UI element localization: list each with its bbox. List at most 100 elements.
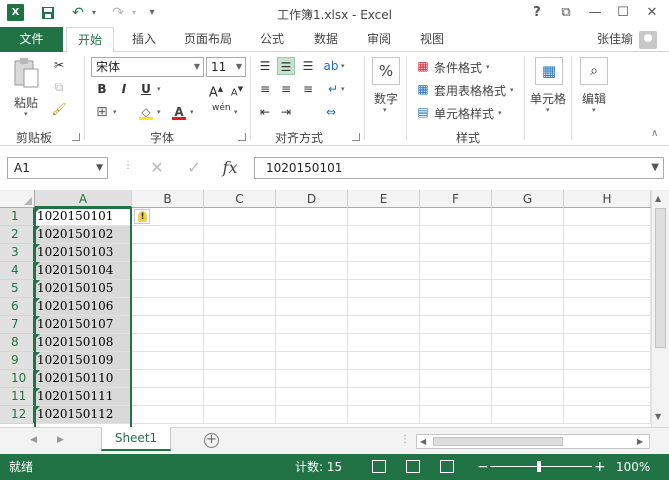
empty-cell[interactable]	[276, 370, 348, 388]
paste-label[interactable]: 粘贴	[14, 94, 38, 111]
row-header[interactable]: 2	[0, 226, 35, 244]
empty-cell[interactable]	[132, 334, 204, 352]
row-header[interactable]: 8	[0, 334, 35, 352]
align-bottom-icon[interactable]: ☰	[299, 57, 317, 75]
tab-page-layout[interactable]: 页面布局	[176, 27, 240, 52]
close-button[interactable]: ✕	[641, 2, 663, 24]
restore-button[interactable]: ☐	[612, 2, 634, 24]
column-header[interactable]: B	[132, 190, 204, 208]
empty-cell[interactable]	[492, 388, 564, 406]
cell-styles-icon[interactable]: ▤	[414, 103, 432, 121]
cell-a[interactable]: 1020150104	[35, 262, 132, 280]
font-size-select[interactable]: 11 ▼	[206, 57, 246, 77]
cell-a[interactable]: 1020150103	[35, 244, 132, 262]
empty-cell[interactable]	[276, 334, 348, 352]
copy-icon[interactable]: ⧉	[50, 78, 68, 96]
empty-cell[interactable]	[564, 280, 651, 298]
cut-icon[interactable]: ✂	[50, 56, 68, 74]
cell-styles-dropdown-icon[interactable]: ▾	[498, 109, 502, 117]
conditional-formatting-button[interactable]: 条件格式	[434, 59, 482, 76]
empty-cell[interactable]	[276, 388, 348, 406]
empty-cell[interactable]	[564, 370, 651, 388]
align-center-icon[interactable]: ≡	[277, 80, 295, 98]
empty-cell[interactable]	[564, 244, 651, 262]
borders-icon[interactable]: ⊞	[93, 103, 111, 121]
next-sheet-icon[interactable]: ▶	[57, 435, 64, 445]
empty-cell[interactable]	[348, 208, 420, 226]
empty-cell[interactable]	[276, 208, 348, 226]
empty-cell[interactable]	[204, 316, 276, 334]
scroll-right-icon[interactable]: ▶	[637, 437, 643, 446]
empty-cell[interactable]	[132, 244, 204, 262]
format-as-table-dropdown-icon[interactable]: ▾	[510, 86, 514, 94]
tab-review[interactable]: 审阅	[359, 27, 399, 52]
empty-cell[interactable]	[492, 334, 564, 352]
tab-formulas[interactable]: 公式	[252, 27, 292, 52]
decrease-font-icon[interactable]: A▼	[228, 80, 246, 98]
zoom-level[interactable]: 100%	[616, 454, 650, 480]
empty-cell[interactable]	[564, 406, 651, 424]
name-box[interactable]: A1 ▼	[7, 157, 108, 179]
empty-cell[interactable]	[492, 280, 564, 298]
empty-cell[interactable]	[420, 208, 492, 226]
paste-icon[interactable]	[12, 56, 44, 94]
cell-a[interactable]: 1020150106	[35, 298, 132, 316]
empty-cell[interactable]	[204, 298, 276, 316]
empty-cell[interactable]	[564, 298, 651, 316]
empty-cell[interactable]	[132, 298, 204, 316]
empty-cell[interactable]	[132, 262, 204, 280]
collapse-ribbon-icon[interactable]: ∧	[651, 128, 658, 139]
empty-cell[interactable]	[204, 262, 276, 280]
zoom-slider-thumb[interactable]	[537, 461, 541, 472]
empty-cell[interactable]	[564, 262, 651, 280]
normal-view-icon[interactable]	[372, 460, 386, 473]
column-header[interactable]: C	[204, 190, 276, 208]
column-header[interactable]: A	[35, 190, 132, 208]
empty-cell[interactable]	[348, 352, 420, 370]
empty-cell[interactable]	[132, 388, 204, 406]
fill-color-icon[interactable]: ◇	[137, 103, 155, 121]
row-header[interactable]: 9	[0, 352, 35, 370]
fill-color-dropdown-icon[interactable]: ▾	[157, 108, 161, 116]
cell-a[interactable]: 1020150112	[35, 406, 132, 424]
format-as-table-icon[interactable]: ▦	[414, 80, 432, 98]
conditional-formatting-dropdown-icon[interactable]: ▾	[486, 63, 490, 71]
editing-button[interactable]: 编辑	[582, 90, 606, 107]
empty-cell[interactable]	[276, 226, 348, 244]
column-header[interactable]: E	[348, 190, 420, 208]
empty-cell[interactable]	[132, 406, 204, 424]
empty-cell[interactable]	[420, 244, 492, 262]
empty-cell[interactable]	[492, 226, 564, 244]
bold-button[interactable]: B	[93, 80, 111, 98]
empty-cell[interactable]	[492, 244, 564, 262]
cells-dropdown-icon[interactable]: ▾	[546, 106, 550, 114]
insert-function-icon[interactable]: fx	[216, 157, 244, 179]
empty-cell[interactable]	[492, 316, 564, 334]
empty-cell[interactable]	[276, 280, 348, 298]
error-warning-icon[interactable]	[134, 209, 150, 224]
sheet-tab-sheet1[interactable]: Sheet1	[101, 427, 171, 451]
empty-cell[interactable]	[564, 388, 651, 406]
row-header[interactable]: 7	[0, 316, 35, 334]
empty-cell[interactable]	[420, 388, 492, 406]
worksheet-grid[interactable]: A B C D E F G H 1 1020150101 2 1020150102 3 1…	[0, 190, 651, 427]
clipboard-launcher-icon[interactable]	[72, 133, 80, 141]
empty-cell[interactable]	[492, 208, 564, 226]
editing-dropdown-icon[interactable]: ▾	[592, 106, 596, 114]
zoom-in-button[interactable]: +	[594, 454, 606, 480]
empty-cell[interactable]	[276, 352, 348, 370]
cell-a[interactable]: 1020150108	[35, 334, 132, 352]
empty-cell[interactable]	[564, 316, 651, 334]
select-all-button[interactable]	[0, 190, 35, 208]
cell-a[interactable]: 1020150101	[35, 208, 132, 226]
align-top-icon[interactable]: ☰	[256, 57, 274, 75]
help-button[interactable]: ?	[526, 2, 548, 24]
empty-cell[interactable]	[204, 388, 276, 406]
empty-cell[interactable]	[132, 226, 204, 244]
formula-input[interactable]: 1020150101 ▼	[254, 157, 664, 179]
font-color-dropdown-icon[interactable]: ▾	[190, 108, 194, 116]
row-header[interactable]: 12	[0, 406, 35, 424]
decrease-indent-icon[interactable]: ⇤	[256, 103, 274, 121]
align-left-icon[interactable]: ≡	[256, 80, 274, 98]
number-dropdown-icon[interactable]: ▾	[383, 106, 387, 114]
